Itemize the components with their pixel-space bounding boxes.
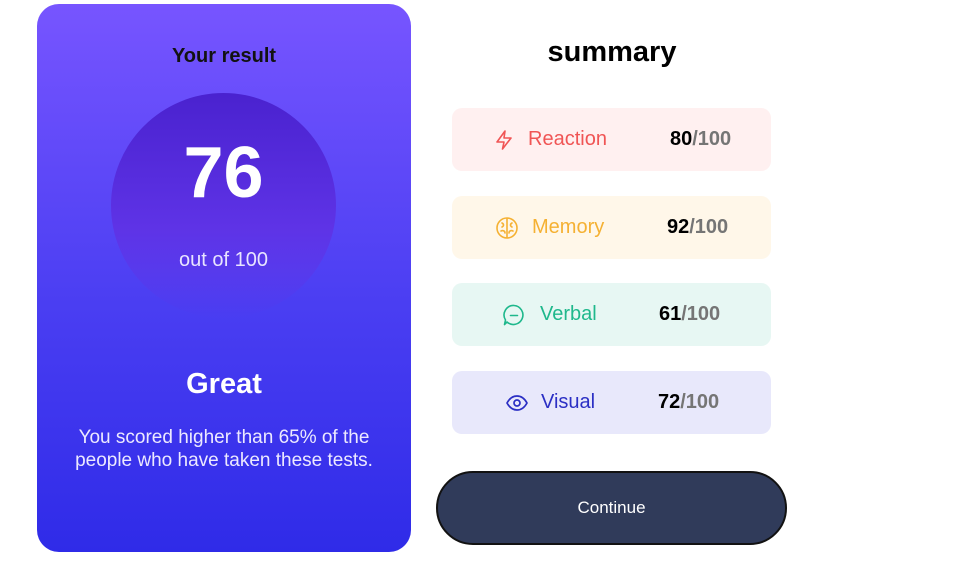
summary-item-memory: Memory 92/100: [452, 196, 771, 259]
score-value: 61: [659, 303, 682, 325]
summary-item-visual: Visual 72/100: [452, 371, 771, 434]
summary-item-label: Visual: [541, 391, 596, 413]
score-value: 80: [670, 128, 693, 150]
score-value: 76: [183, 133, 264, 213]
eye-icon: [505, 391, 529, 415]
summary-item-score: 61/100: [659, 303, 720, 326]
summary-item-score: 72/100: [658, 391, 719, 414]
summary-title: summary: [547, 36, 677, 68]
score-subtitle: out of 100: [179, 249, 268, 271]
summary-item-label: Reaction: [528, 128, 607, 150]
score-total: /100: [680, 391, 720, 413]
score-total: /100: [681, 303, 721, 325]
score-total: /100: [692, 128, 732, 150]
result-title: Your result: [171, 45, 277, 67]
score-circle: 76 out of 100: [111, 93, 336, 318]
summary-item-label: Memory: [532, 216, 605, 238]
summary-item-score: 92/100: [667, 216, 728, 239]
chat-bubble-icon: [502, 303, 526, 327]
score-total: /100: [689, 216, 729, 238]
lightning-icon: [492, 128, 516, 152]
score-value: 72: [658, 391, 681, 413]
brain-icon: [495, 216, 519, 240]
result-description: You scored higher than 65% of the people…: [75, 427, 373, 471]
summary-item-reaction: Reaction 80/100: [452, 108, 771, 171]
result-card: Your result 76 out of 100 Great You scor…: [37, 4, 411, 552]
summary-item-verbal: Verbal 61/100: [452, 283, 771, 346]
summary-item-label: Verbal: [540, 303, 597, 325]
summary-item-score: 80/100: [670, 128, 731, 151]
score-value: 92: [667, 216, 690, 238]
continue-button[interactable]: Continue: [436, 471, 787, 545]
result-grade: Great: [186, 368, 262, 400]
